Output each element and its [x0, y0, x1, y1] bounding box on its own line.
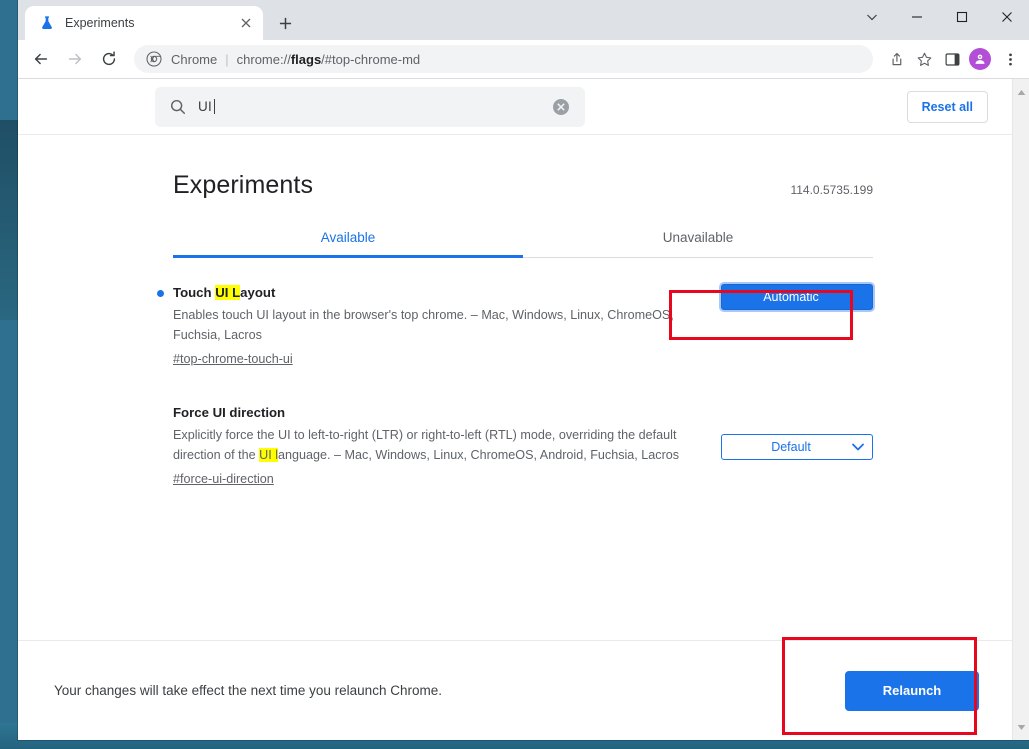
relaunch-button[interactable]: Relaunch [845, 670, 979, 711]
close-window-button[interactable] [984, 0, 1029, 34]
flag-description: Enables touch UI layout in the browser's… [173, 306, 693, 345]
flag-title-post: ayout [240, 285, 276, 300]
flag-title-highlight: UI L [215, 285, 241, 300]
flag-permalink[interactable]: #force-ui-direction [173, 472, 274, 486]
site-label: Chrome [171, 51, 218, 67]
flags-search-header: UI Reset all [18, 79, 1012, 135]
flag-select-touch-ui[interactable]: Automatic [721, 284, 873, 310]
search-text: UI [198, 99, 212, 114]
reload-button[interactable] [94, 44, 124, 74]
address-bar[interactable]: Chrome | chrome://flags/#top-chrome-md [134, 45, 873, 73]
relaunch-bar: Your changes will take effect the next t… [18, 640, 1012, 740]
flag-desc-post: anguage. – Mac, Windows, Linux, ChromeOS… [278, 447, 680, 462]
url-bold: flags [290, 51, 322, 67]
three-dot-menu-icon[interactable] [997, 46, 1023, 72]
flag-title: Force UI direction [173, 405, 286, 420]
url-suffix: /#top-chrome-md [321, 51, 421, 67]
flag-desc-highlight: UI l [259, 447, 278, 462]
flag-row-top-chrome-touch-ui: Touch UI Layout Enables touch UI layout … [157, 258, 873, 368]
tab-title: Experiments [65, 16, 135, 30]
flag-title-pre: Touch [173, 285, 216, 300]
clear-circle-icon[interactable] [551, 97, 571, 117]
profile-avatar[interactable] [969, 48, 991, 70]
url-prefix: chrome:// [236, 51, 291, 67]
back-button[interactable] [26, 44, 56, 74]
chrome-icon [146, 51, 162, 67]
browser-tab-experiments[interactable]: Experiments [25, 6, 263, 40]
search-icon [169, 98, 187, 116]
flag-permalink[interactable]: #top-chrome-touch-ui [173, 352, 293, 366]
page-viewport: UI Reset all Experiments 114.0.5735.199 … [18, 79, 1029, 740]
flags-tabs: Available Unavailable [173, 230, 873, 258]
tab-strip: Experiments [18, 0, 1029, 40]
flag-description: Explicitly force the UI to left-to-right… [173, 426, 693, 465]
flag-select-wrapper: Automatic [721, 284, 873, 368]
tab-close-icon[interactable] [237, 14, 255, 32]
maximize-button[interactable] [939, 0, 984, 34]
tab-search-chevron-icon[interactable] [849, 0, 894, 34]
window-controls [849, 0, 1029, 34]
reset-all-button[interactable]: Reset all [906, 90, 988, 123]
page-title: Experiments [173, 171, 314, 199]
forward-button [60, 44, 90, 74]
flag-select-wrapper: Default [721, 434, 873, 460]
minimize-button[interactable] [894, 0, 939, 34]
page-scrollbar[interactable] [1012, 79, 1029, 740]
search-input[interactable]: UI [155, 86, 585, 127]
chrome-version: 114.0.5735.199 [790, 183, 873, 197]
new-tab-button[interactable] [271, 9, 299, 37]
search-value: UI [198, 99, 551, 114]
flags-page: UI Reset all Experiments 114.0.5735.199 … [18, 79, 1012, 740]
tab-unavailable[interactable]: Unavailable [523, 230, 873, 257]
tab-available[interactable]: Available [173, 230, 523, 258]
text-caret [213, 99, 215, 114]
browser-toolbar: Chrome | chrome://flags/#top-chrome-md [18, 40, 1029, 79]
chevron-down-icon [852, 317, 864, 335]
omnibox-url: chrome://flags/#top-chrome-md [237, 52, 421, 67]
omnibox-separator: | [225, 51, 229, 67]
flag-modified-dot [157, 290, 164, 297]
relaunch-message: Your changes will take effect the next t… [54, 683, 442, 698]
side-panel-icon[interactable] [939, 46, 965, 72]
flag-row-force-ui-direction: Force UI direction Explicitly force the … [173, 368, 873, 488]
scroll-up-arrow-icon[interactable] [1017, 83, 1026, 101]
title-row: Experiments 114.0.5735.199 [173, 135, 873, 200]
flag-title: Touch UI Layout [157, 284, 693, 302]
scroll-down-arrow-icon[interactable] [1017, 718, 1026, 736]
share-icon[interactable] [883, 46, 909, 72]
flags-content: Experiments 114.0.5735.199 Available Una… [18, 135, 1012, 640]
flag-desc-text: Enables touch UI layout in the browser's… [173, 308, 674, 342]
star-icon[interactable] [911, 46, 937, 72]
flag-select-force-ui-direction[interactable]: Default [721, 434, 873, 460]
flask-icon [39, 15, 55, 31]
browser-window: Experiments Chrome | chrome://flags/#top… [18, 0, 1029, 740]
